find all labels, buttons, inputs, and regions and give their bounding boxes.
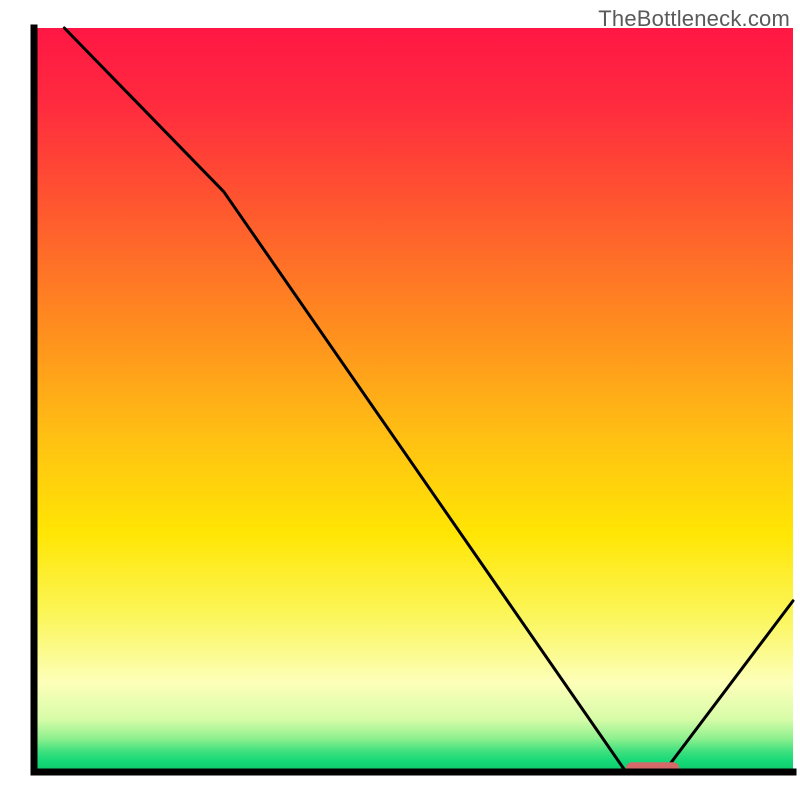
chart-svg [0,0,800,800]
plot-background [34,28,793,772]
watermark-label: TheBottleneck.com [598,6,790,32]
bottleneck-chart: TheBottleneck.com [0,0,800,800]
